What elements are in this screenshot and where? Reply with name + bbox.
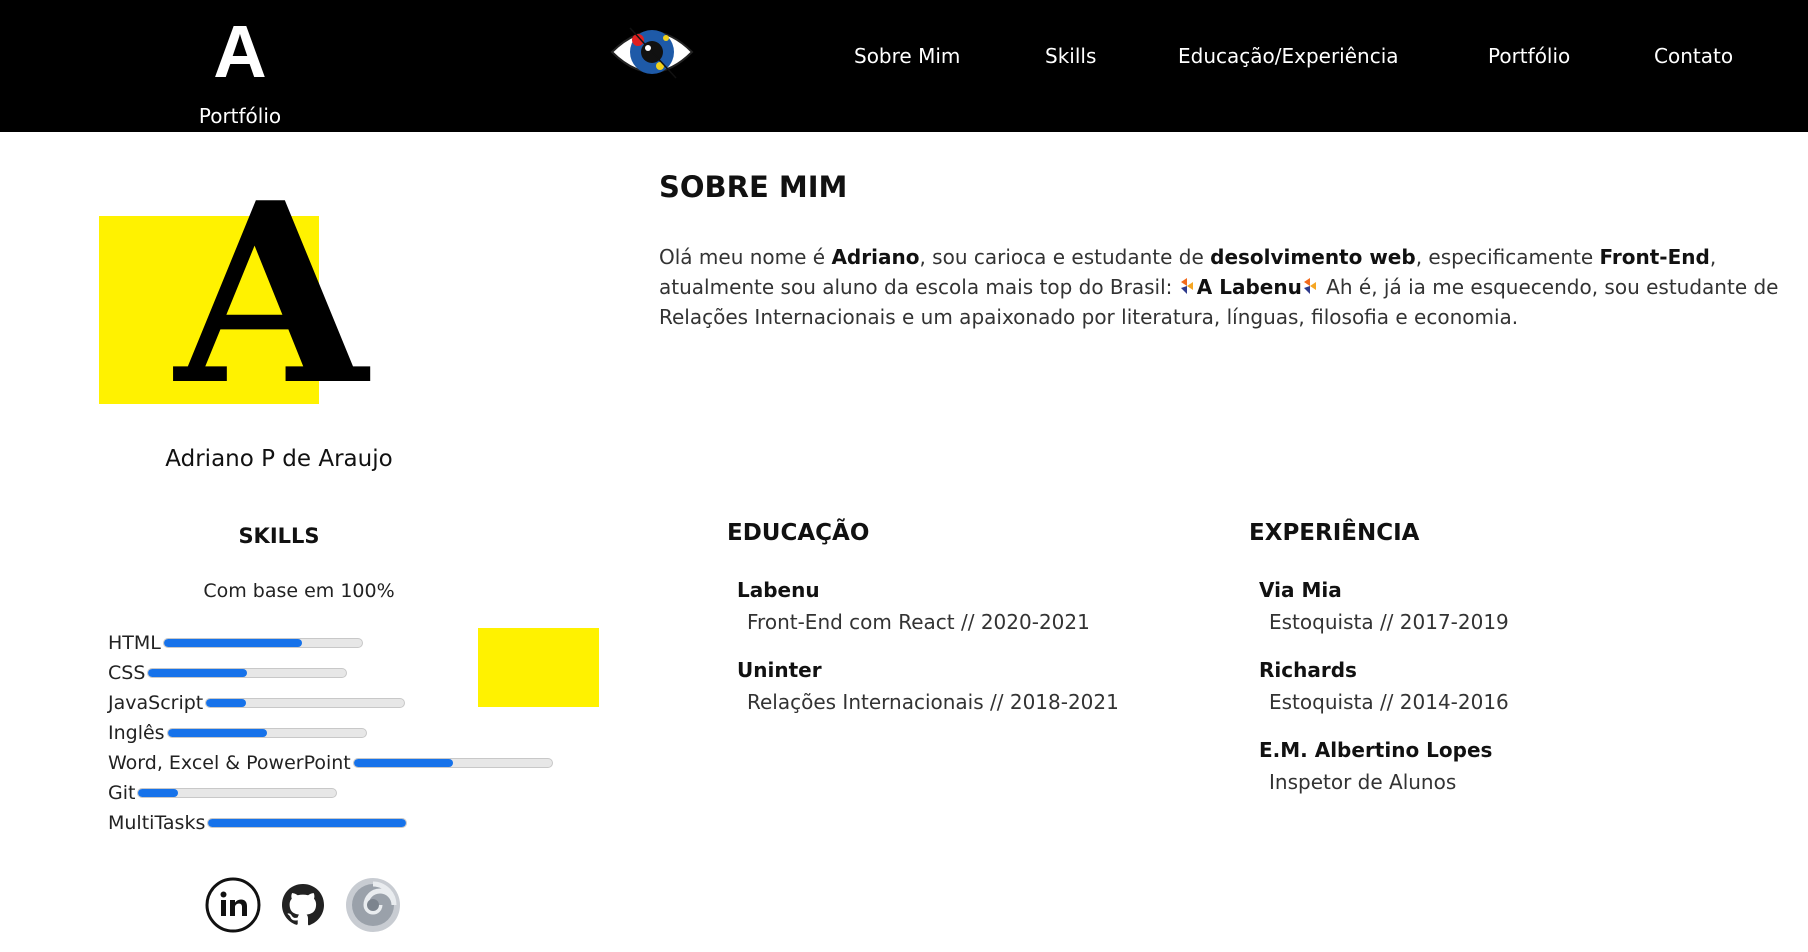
skill-row-git: Git xyxy=(108,778,553,808)
about-paragraph: Olá meu nome é Adriano, sou carioca e es… xyxy=(659,242,1779,332)
skill-label: JavaScript xyxy=(108,692,204,714)
skills-note: Com base em 100% xyxy=(203,580,395,602)
entry-name: Richards xyxy=(1259,658,1357,682)
about-text-part: , especificamente xyxy=(1415,245,1600,269)
education-title: EDUCAÇÃO xyxy=(727,520,870,546)
entry-detail: Front-End com React // 2020-2021 xyxy=(747,610,1090,634)
experience-entry: E.M. Albertino Lopes Inspetor de Alunos xyxy=(1259,738,1492,794)
brand-subtitle: Portfólio xyxy=(198,104,282,128)
skill-progress-bar xyxy=(162,638,363,648)
skill-progress-bar xyxy=(205,698,406,708)
nav-links: Sobre Mim Skills Educação/Experiência Po… xyxy=(0,44,1808,74)
profile-avatar: A xyxy=(99,171,399,419)
about-text-part: , sou carioca e estudante de xyxy=(919,245,1211,269)
education-entry: Labenu Front-End com React // 2020-2021 xyxy=(737,578,1090,634)
skill-progress-fill xyxy=(208,819,407,827)
skill-label: Word, Excel & PowerPoint xyxy=(108,752,351,774)
skill-progress-bar xyxy=(137,788,338,798)
skill-row-office: Word, Excel & PowerPoint xyxy=(108,748,553,778)
entry-name: Labenu xyxy=(737,578,820,602)
skill-label: MultiTasks xyxy=(108,812,206,834)
skill-label: Inglês xyxy=(108,722,165,744)
skill-progress-fill xyxy=(353,759,453,767)
experience-entry: Via Mia Estoquista // 2017-2019 xyxy=(1259,578,1509,634)
nav-link-sobre-mim[interactable]: Sobre Mim xyxy=(854,44,960,68)
about-title: SOBRE MIM xyxy=(659,170,848,204)
education-entry: Uninter Relações Internacionais // 2018-… xyxy=(737,658,1119,714)
portfolio-swirl-icon[interactable] xyxy=(344,876,402,934)
labenu-icon xyxy=(1303,278,1316,294)
about-highlight-school: A Labenu xyxy=(1196,275,1302,299)
skill-progress-bar xyxy=(166,728,367,738)
entry-detail: Relações Internacionais // 2018-2021 xyxy=(747,690,1119,714)
skill-progress-bar xyxy=(147,668,348,678)
github-icon[interactable] xyxy=(274,876,332,934)
top-navbar: A Portfólio Sobre Mim Skills Educação/Ex… xyxy=(0,0,1808,132)
about-highlight-name: Adriano xyxy=(831,245,920,269)
experience-entry: Richards Estoquista // 2014-2016 xyxy=(1259,658,1509,714)
skill-row-multitasks: MultiTasks xyxy=(108,808,553,838)
about-text-part: Olá meu nome é xyxy=(659,245,832,269)
nav-link-skills[interactable]: Skills xyxy=(1045,44,1096,68)
labenu-icon xyxy=(1180,278,1193,294)
entry-name: Uninter xyxy=(737,658,822,682)
nav-link-contato[interactable]: Contato xyxy=(1654,44,1733,68)
avatar-letter: A xyxy=(175,149,368,440)
about-highlight-field: desolvimento web xyxy=(1210,245,1416,269)
skill-label: HTML xyxy=(108,632,161,654)
skill-progress-bar xyxy=(207,818,408,828)
skill-label: CSS xyxy=(108,662,146,684)
skill-progress-fill xyxy=(148,669,248,677)
nav-link-educacao-experiencia[interactable]: Educação/Experiência xyxy=(1178,44,1399,68)
skill-progress-fill xyxy=(163,639,303,647)
experience-title: EXPERIÊNCIA xyxy=(1249,520,1420,546)
skills-title: SKILLS xyxy=(238,524,320,548)
nav-link-portfolio[interactable]: Portfólio xyxy=(1488,44,1570,68)
skill-row-ingles: Inglês xyxy=(108,718,553,748)
skill-progress-fill xyxy=(167,729,267,737)
entry-detail: Estoquista // 2014-2016 xyxy=(1269,690,1509,714)
entry-detail: Estoquista // 2017-2019 xyxy=(1269,610,1509,634)
about-highlight-frontend: Front-End xyxy=(1599,245,1710,269)
skill-progress-fill xyxy=(206,699,246,707)
entry-name: Via Mia xyxy=(1259,578,1342,602)
skill-progress-fill xyxy=(138,789,179,797)
profile-name: Adriano P de Araujo xyxy=(165,446,393,472)
entry-name: E.M. Albertino Lopes xyxy=(1259,738,1493,762)
decorative-yellow-box xyxy=(478,628,599,707)
entry-detail: Inspetor de Alunos xyxy=(1269,770,1457,794)
linkedin-icon[interactable] xyxy=(204,876,262,934)
skill-label: Git xyxy=(108,782,136,804)
social-links xyxy=(204,876,402,934)
skill-progress-bar xyxy=(352,758,553,768)
